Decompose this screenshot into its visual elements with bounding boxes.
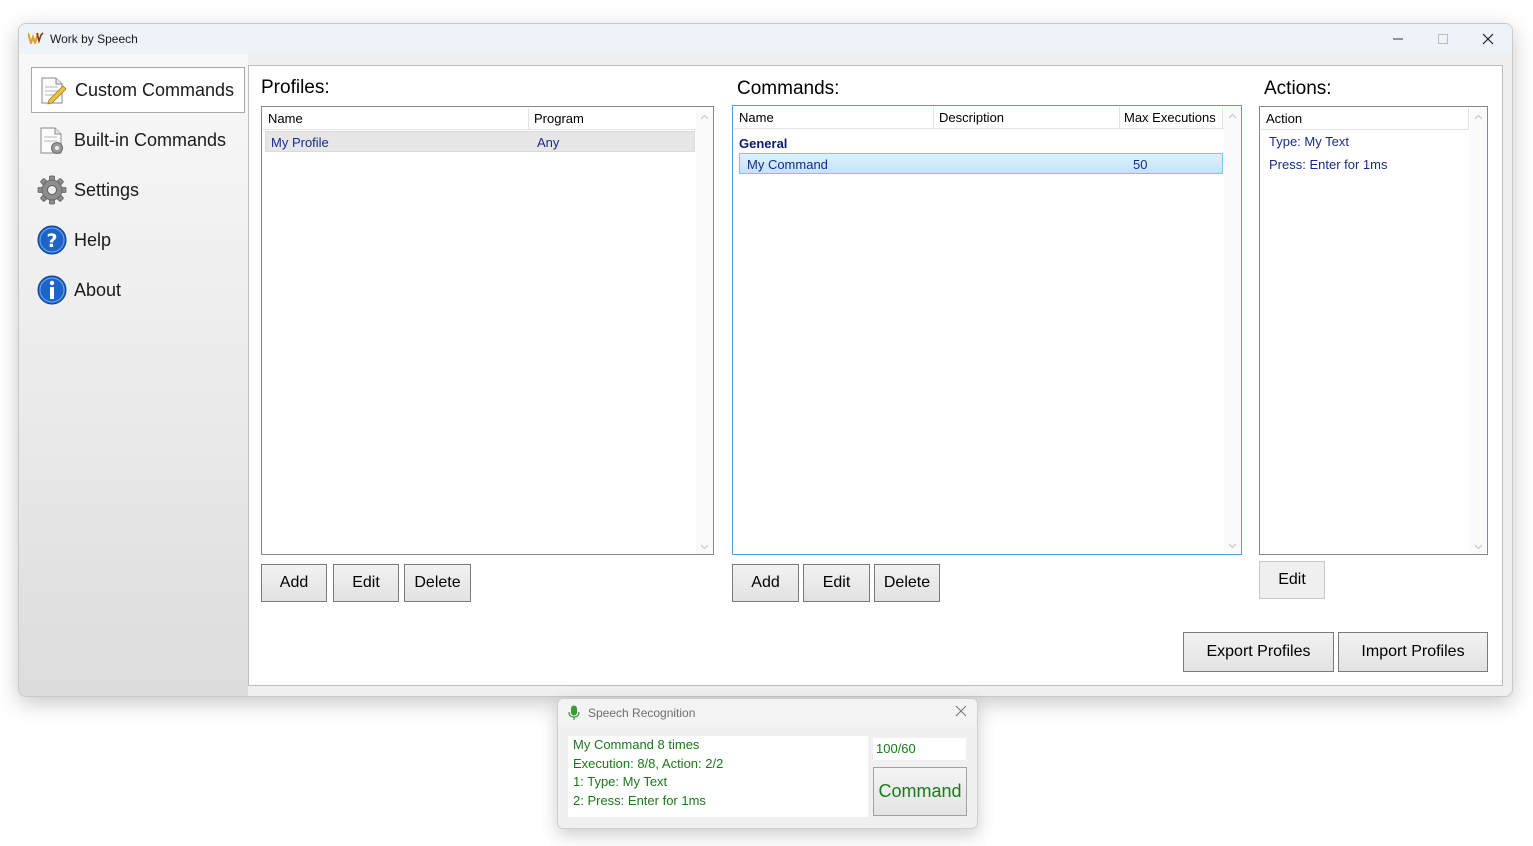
profile-add-button[interactable]: Add xyxy=(261,564,327,602)
log-line: Execution: 8/8, Action: 2/2 xyxy=(573,755,724,771)
column-header-name[interactable]: Name xyxy=(734,107,934,128)
command-add-button[interactable]: Add xyxy=(732,564,799,602)
profile-edit-button[interactable]: Edit xyxy=(333,564,399,602)
log-line: 2: Press: Enter for 1ms xyxy=(573,792,706,808)
column-header-description[interactable]: Description xyxy=(934,107,1120,128)
sidebar: Custom Commands Built-in Commands Settin… xyxy=(19,54,248,696)
svg-text:?: ? xyxy=(46,230,57,252)
sidebar-item-custom-commands[interactable]: Custom Commands xyxy=(31,67,245,113)
command-edit-button[interactable]: Edit xyxy=(803,564,870,602)
commands-title: Commands: xyxy=(737,78,840,99)
command-delete-button[interactable]: Delete xyxy=(874,564,940,602)
group-header: General xyxy=(739,136,788,151)
close-button[interactable] xyxy=(1465,24,1511,54)
app-logo-icon xyxy=(28,32,44,44)
table-row[interactable]: My Profile Any xyxy=(265,131,695,152)
sidebar-item-label: Help xyxy=(74,229,112,250)
column-header-name[interactable]: Name xyxy=(263,108,529,129)
chevron-up-icon[interactable] xyxy=(1228,112,1237,121)
close-icon[interactable] xyxy=(955,705,967,717)
chevron-down-icon[interactable] xyxy=(700,542,709,551)
sidebar-item-built-in-commands[interactable]: Built-in Commands xyxy=(31,117,245,163)
action-edit-button[interactable]: Edit xyxy=(1259,561,1325,599)
chevron-up-icon[interactable] xyxy=(1474,113,1483,122)
column-header-max-executions[interactable]: Max Executions xyxy=(1120,107,1223,128)
column-header-action[interactable]: Action xyxy=(1261,108,1469,129)
document-gear-icon xyxy=(37,125,67,155)
log-line: 1: Type: My Text xyxy=(573,774,668,789)
profile-program-cell: Any xyxy=(537,135,560,150)
chevron-down-icon[interactable] xyxy=(1474,542,1483,551)
sidebar-item-label: Built-in Commands xyxy=(74,129,227,150)
minimize-icon xyxy=(1393,38,1403,40)
sidebar-item-settings[interactable]: Settings xyxy=(31,167,245,213)
maximize-icon xyxy=(1438,34,1448,44)
action-text: Press: Enter for 1ms xyxy=(1269,157,1388,172)
sidebar-item-label: Custom Commands xyxy=(75,79,235,100)
list-item[interactable]: Press: Enter for 1ms xyxy=(1263,154,1463,175)
import-profiles-button[interactable]: Import Profiles xyxy=(1338,632,1488,672)
speech-counter: 100/60 xyxy=(873,738,966,760)
actions-scrollbar[interactable] xyxy=(1470,108,1487,553)
profiles-list[interactable]: Name Program My Profile Any xyxy=(261,106,714,555)
profile-delete-button[interactable]: Delete xyxy=(404,564,471,602)
export-profiles-button[interactable]: Export Profiles xyxy=(1183,632,1334,672)
header-divider xyxy=(1261,129,1469,130)
chevron-down-icon[interactable] xyxy=(1228,541,1237,550)
commands-scrollbar[interactable] xyxy=(1224,107,1241,553)
speech-title-bar: Speech Recognition xyxy=(558,699,977,727)
custom-commands-panel: Profiles: Name Program My Profile Any Ad… xyxy=(248,65,1503,686)
maximize-button[interactable] xyxy=(1420,24,1466,54)
command-mode-button[interactable]: Command xyxy=(873,767,967,816)
list-item[interactable]: Type: My Text xyxy=(1263,131,1463,152)
title-bar: Work by Speech xyxy=(19,24,1512,54)
commands-list[interactable]: Name Description Max Executions General … xyxy=(732,105,1242,555)
sidebar-item-label: About xyxy=(74,279,122,300)
close-icon xyxy=(1482,33,1494,45)
log-line: My Command 8 times xyxy=(573,737,700,752)
action-text: Type: My Text xyxy=(1269,134,1349,149)
command-max-executions-cell: 50 xyxy=(1133,157,1148,172)
profile-name-cell: My Profile xyxy=(271,135,329,150)
speech-title: Speech Recognition xyxy=(588,706,696,720)
document-pencil-icon xyxy=(38,75,68,105)
info-icon xyxy=(37,275,67,305)
sidebar-item-label: Settings xyxy=(74,179,140,200)
actions-title: Actions: xyxy=(1264,78,1332,99)
speech-recognition-window: Speech Recognition My Command 8 times Ex… xyxy=(557,698,978,829)
header-divider xyxy=(263,129,697,130)
main-window: Work by Speech Custom Commands Built-in … xyxy=(18,23,1513,697)
column-header-program[interactable]: Program xyxy=(529,108,697,129)
header-divider xyxy=(734,128,1224,129)
speech-log: My Command 8 times Execution: 8/8, Actio… xyxy=(568,736,868,817)
actions-list[interactable]: Action Type: My Text Press: Enter for 1m… xyxy=(1259,106,1488,555)
sidebar-item-about[interactable]: About xyxy=(31,267,245,313)
gear-icon xyxy=(37,175,67,205)
profiles-scrollbar[interactable] xyxy=(696,108,713,553)
minimize-button[interactable] xyxy=(1375,24,1421,54)
question-icon: ? xyxy=(37,225,67,255)
profiles-title: Profiles: xyxy=(261,77,330,98)
microphone-icon xyxy=(568,705,580,720)
table-row[interactable]: My Command 50 xyxy=(739,153,1223,174)
sidebar-item-help[interactable]: ? Help xyxy=(31,217,245,263)
chevron-up-icon[interactable] xyxy=(700,113,709,122)
command-name-cell: My Command xyxy=(747,157,828,172)
window-title: Work by Speech xyxy=(50,32,138,46)
